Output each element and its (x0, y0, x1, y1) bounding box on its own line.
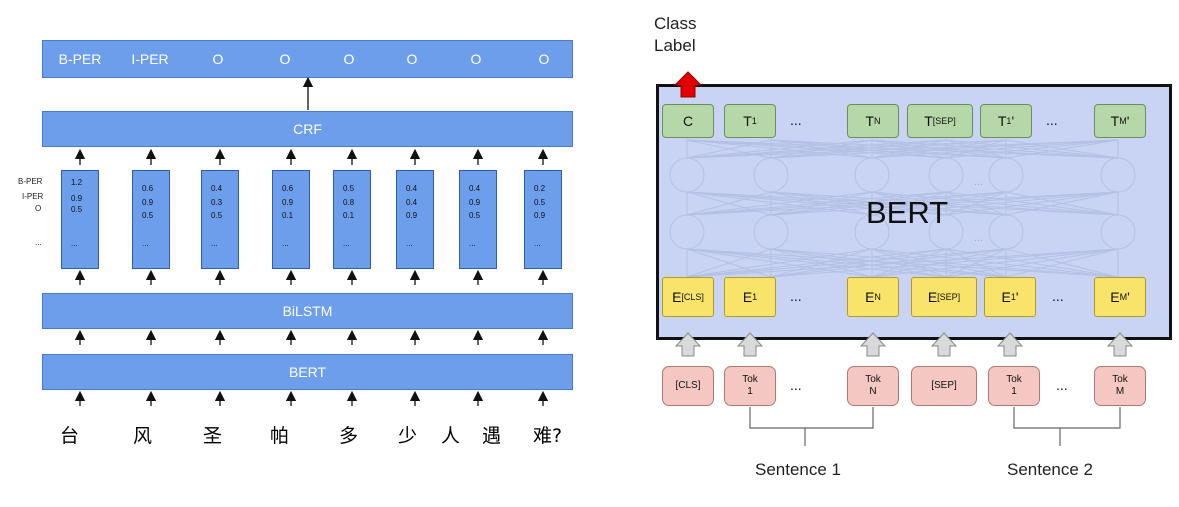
hidden-node (928, 157, 964, 193)
sentence1-brace (749, 407, 874, 446)
input-arrow (674, 332, 702, 357)
token-1-s2: Tok 1 (988, 366, 1040, 406)
sentence2-label: Sentence 2 (1007, 460, 1094, 479)
token-1: Tok 1 (724, 366, 776, 406)
hidden-node (1100, 157, 1136, 193)
hidden-node (753, 214, 789, 250)
token-n: Tok N (847, 366, 899, 406)
input-arrow (736, 332, 764, 357)
class-label-arrow (673, 71, 703, 98)
output-dots: ... (790, 112, 802, 128)
bert-label: BERT (866, 195, 949, 230)
embedding-sep: E [SEP] (911, 277, 977, 317)
token-sep: [SEP] (911, 366, 977, 406)
sentence1-label: Sentence 1 (755, 460, 842, 479)
hidden-node (854, 157, 890, 193)
hidden-node (988, 157, 1024, 193)
left-arrows (74, 76, 549, 406)
embedding-em-prime: E M ' (1094, 277, 1146, 317)
input-arrow (1106, 332, 1134, 357)
output-dots: ... (1046, 112, 1058, 128)
hidden-node (1100, 214, 1136, 250)
hidden-node (753, 157, 789, 193)
diagram-connectors (74, 71, 1136, 446)
embedding-dots: ... (1052, 288, 1064, 304)
output-t1-prime: T 1 ' (980, 104, 1032, 138)
embedding-dots: ... (790, 288, 802, 304)
input-arrow (859, 332, 887, 357)
output-t1: T1 (724, 104, 776, 138)
embedding-cls: E [CLS] (662, 277, 714, 317)
embedding-e1-prime: E 1 ' (984, 277, 1036, 317)
input-arrow (996, 332, 1024, 357)
output-tsep: T [SEP] (907, 104, 973, 138)
embedding-en: EN (847, 277, 899, 317)
token-dots: ... (1056, 377, 1068, 393)
hidden-dots: ... (974, 232, 984, 244)
token-dots: ... (790, 377, 802, 393)
embedding-e1: E1 (724, 277, 776, 317)
hidden-node (669, 157, 705, 193)
hidden-node (669, 214, 705, 250)
output-tn: TN (847, 104, 899, 138)
sentence2-brace (1013, 407, 1121, 446)
output-tm-prime: T M ' (1094, 104, 1146, 138)
sentence-braces (749, 407, 1121, 446)
output-c: C (662, 104, 714, 138)
hidden-node (988, 214, 1024, 250)
hidden-dots: ... (974, 176, 984, 188)
input-arrow (930, 332, 958, 357)
token-m: Tok M (1094, 366, 1146, 406)
token-cls: [CLS] (662, 366, 714, 406)
